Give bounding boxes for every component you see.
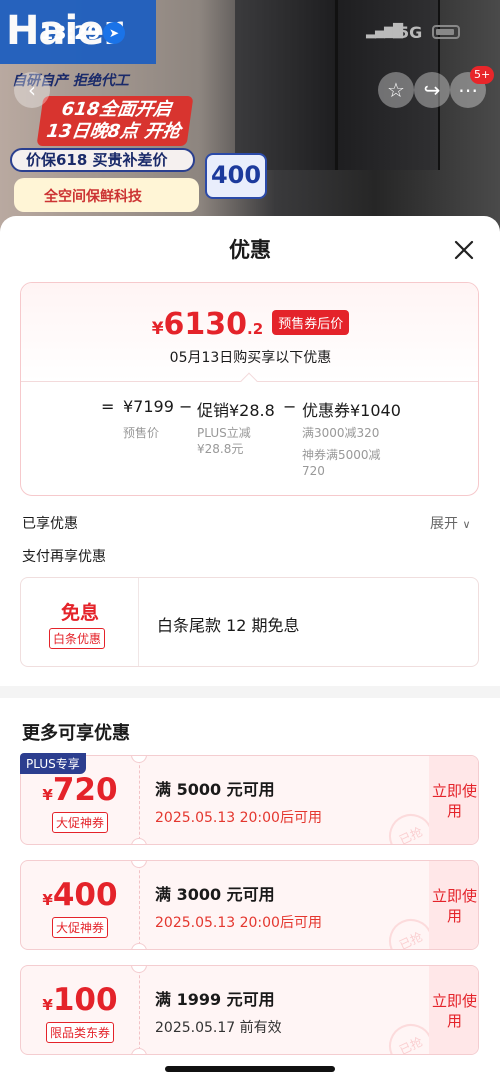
enjoyed-discounts-label: 已享优惠 (22, 516, 78, 532)
formula-coupon: 优惠券¥1040 (302, 401, 401, 420)
coupon-amount: ¥720 (21, 772, 139, 808)
coupon-notch (131, 838, 147, 844)
network-type: 5G (398, 23, 423, 42)
coupon-value: ¥400 大促神券 (21, 861, 139, 949)
interest-free-left: 免息 白条优惠 (21, 578, 139, 666)
promo-note-1: PLUS立减 (197, 426, 251, 440)
price-type-tag: 预售券后价 (272, 310, 350, 335)
discount-sheet: 优惠 ¥6130.2 预售券后价 05月13日购买享以下优惠 = ¥7199 −… (0, 216, 500, 1081)
formula-promo: 促销¥28.8 (197, 401, 275, 420)
share-icon[interactable]: ↪ (414, 72, 450, 108)
coupon-currency: ¥ (42, 786, 53, 804)
interest-free-desc: 白条尾款 12 期免息 (157, 616, 300, 635)
coupon-card[interactable]: ¥100 限品类东券 满 1999 元可用 2025.05.17 前有效 已抢 … (20, 965, 479, 1055)
home-indicator (165, 1066, 335, 1072)
coupon-amount-number: 720 (52, 772, 118, 808)
coupon-card[interactable]: ¥720 大促神券 满 5000 元可用 2025.05.13 20:00后可用… (20, 755, 479, 845)
formula-equals: = (101, 397, 115, 416)
coupon-type-tag: 限品类东券 (21, 1022, 139, 1043)
coupon-type-label: 限品类东券 (45, 1022, 114, 1043)
tech-banner: 全空间保鲜科技 (14, 178, 199, 212)
plus-badge-400: 400 (205, 153, 267, 199)
purchase-date-note: 05月13日购买享以下优惠 (169, 350, 332, 366)
coupon-valid-time: 2025.05.13 20:00后可用 (155, 810, 322, 826)
formula-minus: − (179, 397, 193, 416)
chevron-down-icon: ∨ (462, 518, 471, 531)
price-summary-card: ¥6130.2 预售券后价 05月13日购买享以下优惠 = ¥7199 − 促销… (20, 282, 479, 496)
coupon-currency: ¥ (42, 996, 53, 1014)
signal-icon: ▂▄▆█ (366, 24, 403, 39)
sheet-title: 优惠 (229, 238, 271, 262)
section-separator (0, 686, 500, 698)
coupon-value: ¥100 限品类东券 (21, 966, 139, 1054)
expand-button[interactable]: 展开 ∨ (430, 513, 471, 533)
formula-presale-price: ¥7199 (123, 397, 174, 416)
use-now-button[interactable]: 立即使用 (429, 966, 478, 1054)
pay-more-discounts-label: 支付再享优惠 (22, 549, 106, 565)
back-icon[interactable]: ‹ (14, 72, 50, 108)
coupon-type-label: 大促神券 (51, 812, 108, 833)
coupon-condition: 满 5000 元可用 (155, 780, 275, 799)
star-icon[interactable]: ☆ (378, 72, 414, 108)
status-time: 13:29 (40, 22, 101, 44)
presale-label: 预售价 (123, 426, 160, 440)
coupon-note-1: 满3000减320 (302, 426, 380, 440)
coupon-notch (131, 943, 147, 949)
more-discounts-title: 更多可享优惠 (22, 723, 130, 744)
price-decimal: .2 (247, 320, 264, 338)
final-price: ¥6130.2 预售券后价 (21, 307, 478, 342)
coupon-amount-number: 100 (52, 982, 118, 1018)
coupon-perforation (139, 861, 140, 949)
promo-line-1: 618全面开启 (60, 99, 173, 120)
formula-minus: − (283, 397, 297, 416)
coupon-type-tag: 大促神券 (21, 812, 139, 833)
coupon-amount: ¥100 (21, 982, 139, 1018)
coupon-condition: 满 1999 元可用 (155, 990, 275, 1009)
location-arrow-icon: ➤ (103, 22, 125, 44)
price-protect-banner: 价保618 买贵补差价 (10, 148, 195, 172)
coupon-note-2: 神券满5000减 (302, 448, 381, 462)
promo-banner: 618全面开启 13日晚8点 开抢 (36, 96, 194, 146)
plus-exclusive-badge: PLUS专享 (20, 753, 86, 774)
battery-icon (432, 25, 460, 39)
use-now-button[interactable]: 立即使用 (429, 756, 478, 844)
coupon-condition: 满 3000 元可用 (155, 885, 275, 904)
coupon-notch (131, 1048, 147, 1054)
interest-free-tag: 白条优惠 (49, 628, 106, 649)
cart-count-badge: 5+ (470, 66, 495, 84)
coupon-valid-time: 2025.05.13 20:00后可用 (155, 915, 322, 931)
interest-free-title: 免息 (60, 602, 99, 624)
coupon-type-tag: 大促神券 (21, 917, 139, 938)
expand-label: 展开 (430, 516, 458, 532)
coupon-perforation (139, 756, 140, 844)
interest-free-card[interactable]: 免息 白条优惠 白条尾款 12 期免息 (20, 577, 479, 667)
coupon-valid-time: 2025.05.17 前有效 (155, 1020, 282, 1036)
close-icon[interactable] (450, 236, 478, 264)
coupon-card[interactable]: ¥400 大促神券 满 3000 元可用 2025.05.13 20:00后可用… (20, 860, 479, 950)
price-integer: 6130 (163, 307, 248, 342)
coupon-amount: ¥400 (21, 877, 139, 913)
use-now-button[interactable]: 立即使用 (429, 861, 478, 949)
coupon-amount-number: 400 (52, 877, 118, 913)
coupon-type-label: 大促神券 (51, 917, 108, 938)
promo-line-2: 13日晚8点 开抢 (45, 121, 182, 142)
coupon-note-3: 720 (302, 464, 325, 478)
coupon-perforation (139, 966, 140, 1054)
coupon-currency: ¥ (42, 891, 53, 909)
currency-symbol: ¥ (151, 319, 164, 339)
promo-note-2: ¥28.8元 (197, 442, 244, 456)
